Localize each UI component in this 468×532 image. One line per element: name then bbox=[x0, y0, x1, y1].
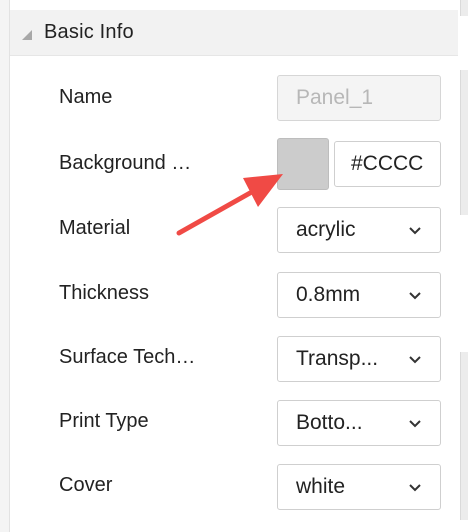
print-type-value: Botto... bbox=[296, 411, 363, 434]
print-type-select[interactable]: Botto... bbox=[277, 400, 441, 446]
thickness-select[interactable]: 0.8mm bbox=[277, 272, 441, 318]
chevron-down-icon bbox=[402, 217, 428, 243]
cover-label: Cover bbox=[59, 474, 113, 496]
chevron-down-icon bbox=[402, 346, 428, 372]
print-type-label: Print Type bbox=[59, 410, 149, 432]
background-label: Background … bbox=[59, 152, 192, 174]
material-select[interactable]: acrylic bbox=[277, 207, 441, 253]
scroll-segment bbox=[460, 352, 468, 520]
chevron-down-icon bbox=[402, 282, 428, 308]
section-header-basic-info[interactable]: Basic Info bbox=[10, 10, 458, 56]
name-label: Name bbox=[59, 86, 113, 108]
material-value: acrylic bbox=[296, 218, 356, 241]
name-input: Panel_1 bbox=[277, 75, 441, 121]
thickness-value: 0.8mm bbox=[296, 283, 361, 306]
background-hex-input[interactable]: #CCCC bbox=[334, 141, 441, 187]
cover-value: white bbox=[296, 475, 346, 498]
right-gutter bbox=[454, 0, 468, 532]
section-title: Basic Info bbox=[44, 21, 134, 43]
scroll-segment bbox=[460, 0, 468, 16]
properties-panel: Basic Info Name Panel_1 Background … #CC… bbox=[0, 0, 468, 532]
chevron-down-icon bbox=[402, 474, 428, 500]
thickness-label: Thickness bbox=[59, 282, 150, 304]
surface-tech-value: Transp... bbox=[296, 347, 379, 370]
background-color-swatch[interactable] bbox=[277, 138, 329, 190]
cover-select[interactable]: white bbox=[277, 464, 441, 510]
surface-tech-select[interactable]: Transp... bbox=[277, 336, 441, 382]
surface-tech-label: Surface Tech… bbox=[59, 346, 196, 368]
chevron-down-icon bbox=[402, 410, 428, 436]
left-gutter bbox=[0, 0, 10, 532]
material-label: Material bbox=[59, 217, 131, 239]
collapse-triangle-icon[interactable] bbox=[22, 29, 32, 40]
scroll-segment bbox=[460, 70, 468, 215]
